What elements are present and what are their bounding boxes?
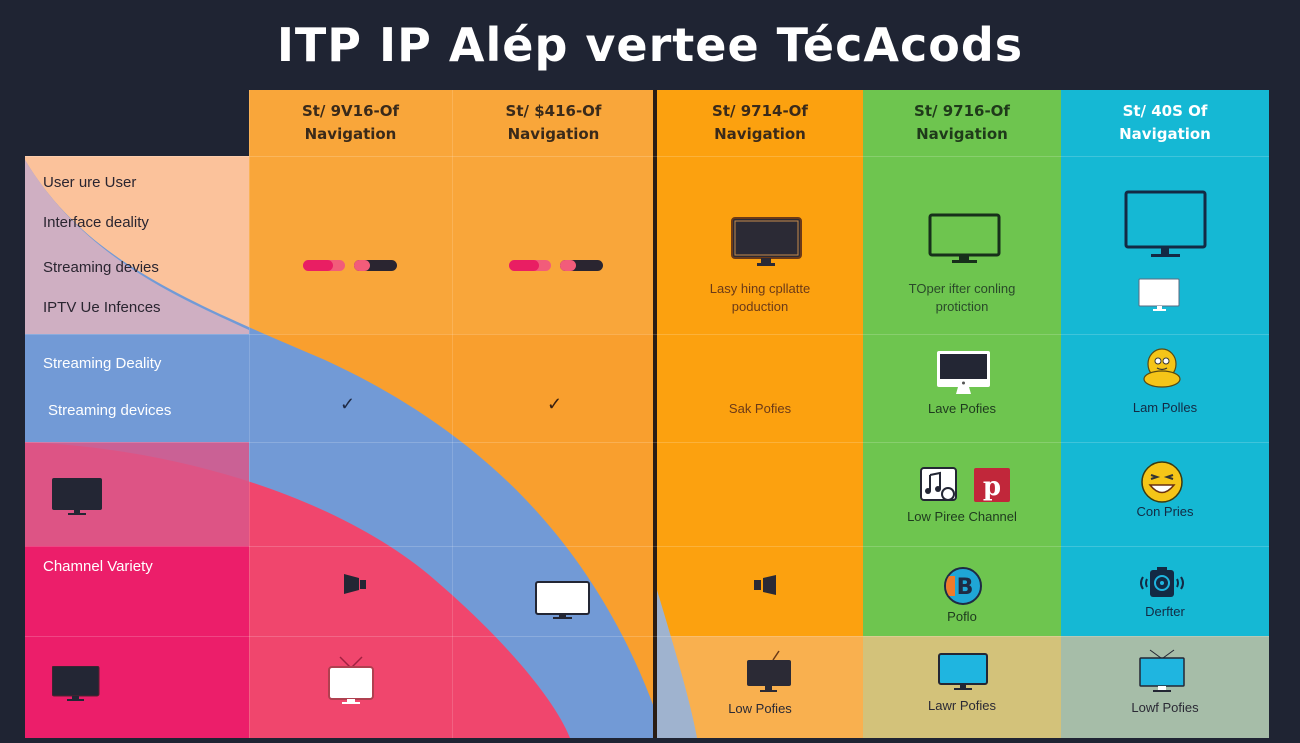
cell-caption-line: TOper ifter conling (908, 281, 1016, 296)
column-header-code: St/ 9714-Of (712, 102, 808, 120)
grid-line (25, 636, 1269, 637)
column-header-1[interactable]: St/ 9V16-Of Navigation (249, 90, 452, 156)
row-label: Streaming Deality (43, 355, 162, 372)
grid-line (25, 156, 1269, 157)
column-header-code: St/ 9V16-Of (301, 102, 400, 120)
column-header-label: Navigation (714, 125, 806, 143)
grid-line (452, 90, 453, 738)
monitor-outline-icon (1124, 190, 1207, 257)
cell-caption: Lasy hing cpllatte poduction (657, 280, 863, 316)
monitor-icon (731, 217, 802, 266)
speaker-icon (344, 574, 366, 594)
column-header-label: Navigation (507, 125, 600, 143)
progress-pill-segment (303, 260, 333, 271)
cell-caption: Lowf Pofies (1131, 700, 1199, 715)
tv-icon (328, 656, 374, 704)
monitor-icon (938, 653, 988, 690)
column-header-label: Navigation (1119, 125, 1211, 143)
column-header-code: St/ $416-Of (505, 102, 602, 120)
checkmark-icon: ✓ (547, 394, 563, 414)
page-title: ITP IP Alép vertee TécAcods (276, 18, 1024, 72)
progress-pill-segment (560, 260, 576, 271)
cell-caption: Poflo (947, 609, 977, 624)
column-header-label: Navigation (304, 125, 397, 143)
column-header-code: St/ 40S Of (1122, 102, 1208, 120)
monitor-outline-icon (928, 213, 1001, 263)
progress-pill-group (303, 260, 397, 271)
svg-text:p: p (983, 472, 1001, 502)
monitor-outline-icon (535, 581, 590, 619)
row-label: Streaming devies (43, 259, 159, 276)
row-label: User ure User (43, 174, 137, 191)
column-header-5[interactable]: St/ 40S Of Navigation (1061, 90, 1269, 156)
monitor-icon (52, 666, 100, 701)
checkmark-icon: ✓ (340, 394, 356, 414)
pinterest-icon: p (974, 468, 1010, 502)
grid-line (25, 546, 1269, 547)
cell-caption: Derfter (1145, 604, 1185, 619)
tv-icon (747, 650, 791, 692)
cell-caption-line: protiction (935, 299, 989, 314)
mascot-icon (1143, 348, 1181, 388)
cell-caption: Sak Pofies (728, 401, 792, 416)
grid-line (249, 90, 250, 738)
desktop-computer-icon (937, 351, 990, 394)
progress-pill-segment (509, 260, 539, 271)
cell-caption: TOper ifter conling protiction (863, 280, 1061, 316)
cell-caption: Lawr Pofies (928, 698, 996, 713)
cell-caption-line: poduction (731, 299, 789, 314)
cell-caption: Lave Pofies (928, 401, 996, 416)
camera-icon (1140, 567, 1184, 597)
cell-caption: Con Pries (1136, 504, 1194, 519)
row-label: Streaming devices (48, 402, 172, 419)
column-header-2[interactable]: St/ $416-Of Navigation (452, 90, 655, 156)
column-header-code: St/ 9716-Of (914, 102, 1010, 120)
comparison-board: St/ 9V16-Of Navigation St/ $416-Of Navig… (25, 90, 1269, 738)
cell-caption-line: Lasy hing cpllatte (709, 281, 811, 296)
column-header-4[interactable]: St/ 9716-Of Navigation (863, 90, 1061, 156)
monitor-icon (52, 478, 102, 515)
column-header-label: Navigation (916, 125, 1008, 143)
row-label: Interface deality (43, 214, 149, 231)
grid-line (25, 334, 1269, 335)
row-label: IPTV Ue Infences (43, 299, 161, 316)
svg-text:B: B (957, 575, 974, 600)
monitor-icon (1138, 278, 1180, 311)
b-logo-icon: B (944, 567, 982, 605)
music-app-icon (920, 467, 957, 501)
row-label: Chamnel Variety (43, 558, 153, 575)
progress-pill-segment (354, 260, 370, 271)
speaker-icon (754, 575, 776, 595)
progress-pill-group (509, 260, 603, 271)
cell-caption: Low Piree Channel (907, 509, 1017, 524)
column-header-3[interactable]: St/ 9714-Of Navigation (657, 90, 863, 156)
cell-caption: Lam Polles (1132, 400, 1198, 415)
grid-line (25, 442, 1269, 443)
cell-caption: Low Pofies (728, 701, 792, 716)
laughing-emoji-icon (1141, 461, 1183, 503)
tv-icon (1139, 649, 1185, 692)
